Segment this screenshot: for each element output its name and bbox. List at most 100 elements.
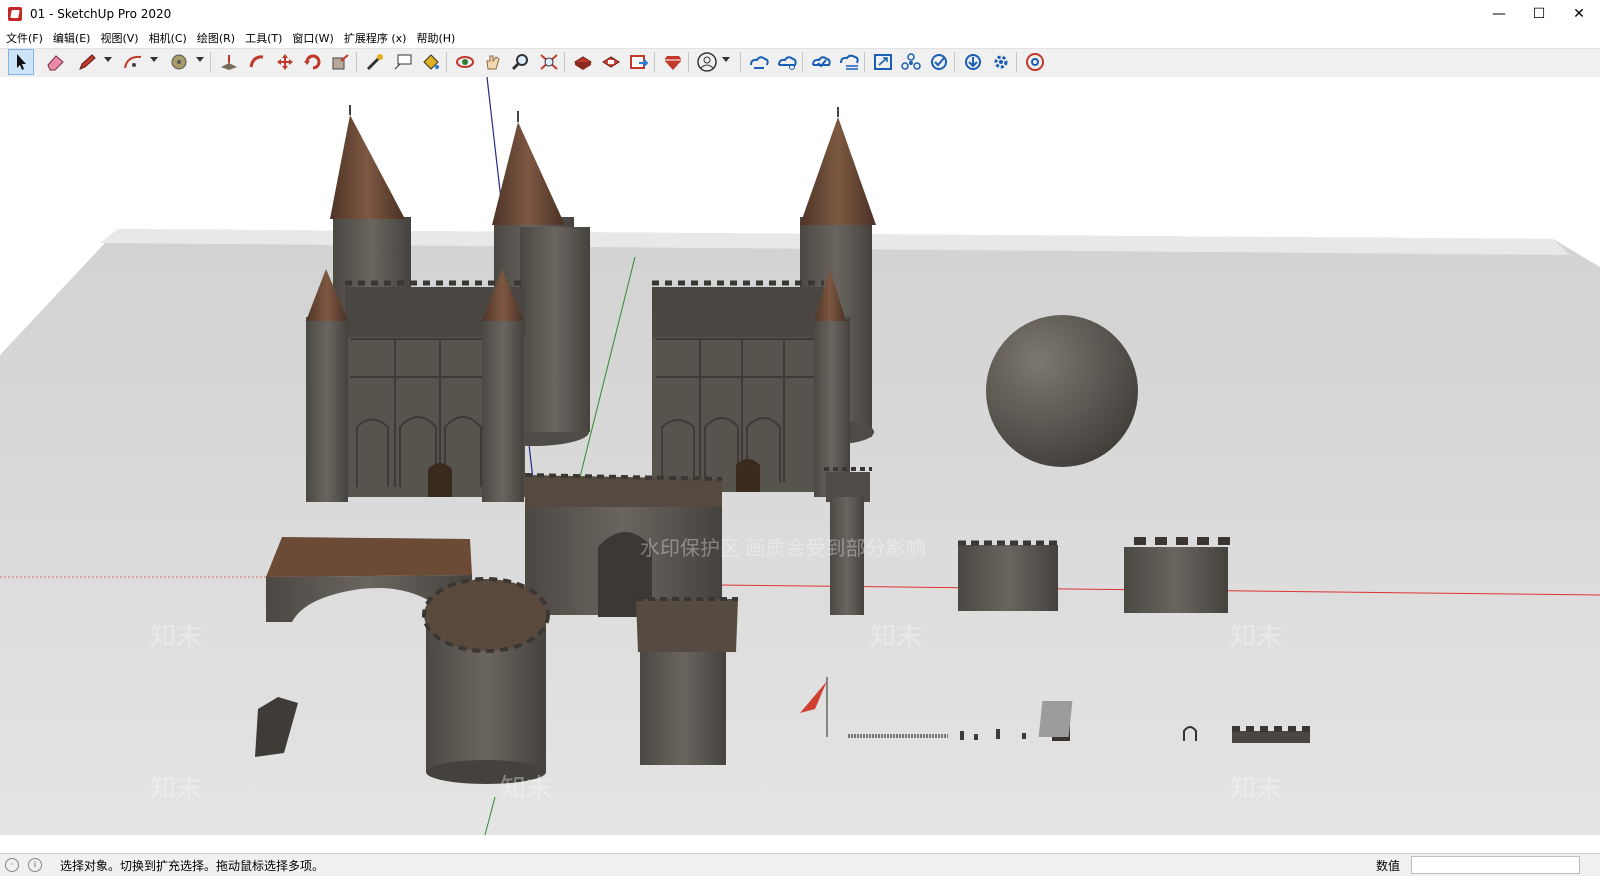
pencil-tool[interactable] (74, 49, 100, 75)
castle-gatehouse-right[interactable] (652, 107, 876, 497)
follow-me-icon (249, 55, 264, 68)
tape-dropdown-icon[interactable] (196, 57, 204, 62)
watermark-tile: 知末 (1230, 621, 1282, 651)
geo-location-icon[interactable]: · (5, 858, 19, 872)
text-icon (394, 54, 412, 70)
model-viewport[interactable]: 水印保护区 画质会受到部分影响 知末 知末 知末 知末 知末 知末 (0, 77, 1600, 835)
eraser-tool[interactable] (42, 49, 68, 75)
orbit-tool[interactable] (452, 49, 478, 75)
menu-edit[interactable]: 编辑(E) (53, 30, 91, 46)
zoom-tool[interactable] (508, 49, 534, 75)
watermark-tile: 知末 (150, 773, 202, 803)
cloud-sync-tool[interactable] (746, 49, 772, 75)
arc-dropdown-icon[interactable] (150, 57, 158, 62)
wall-segment-1[interactable] (958, 540, 1058, 611)
menu-camera[interactable]: 相机(C) (149, 30, 187, 46)
battlement-piece[interactable] (1232, 726, 1310, 743)
zoom-extents-icon (540, 54, 558, 70)
send-to-layout-icon (630, 55, 649, 69)
chrome-icon (1026, 53, 1044, 71)
scale-icon (332, 54, 349, 70)
sketchup-app-icon (8, 7, 22, 21)
zoom-extents-tool[interactable] (536, 49, 562, 75)
menu-view[interactable]: 视图(V) (100, 30, 138, 46)
scene-canvas[interactable]: 水印保护区 画质会受到部分影响 知末 知末 知末 知末 知末 知末 (0, 77, 1600, 835)
menu-tools[interactable]: 工具(T) (245, 30, 282, 46)
ruby-console-tool[interactable] (660, 49, 686, 75)
account-icon (697, 52, 717, 72)
info-icon[interactable]: i (28, 858, 42, 872)
cloud-sync-icon (750, 56, 769, 69)
tape-tool[interactable] (166, 49, 192, 75)
scale-tool[interactable] (328, 49, 354, 75)
measurements-input[interactable] (1411, 856, 1580, 874)
paint-tool[interactable] (418, 49, 444, 75)
cloud-share-tool[interactable] (774, 49, 800, 75)
extension-warehouse-tool[interactable] (598, 49, 624, 75)
tape-icon (171, 54, 187, 70)
close-button[interactable]: ✕ (1556, 0, 1600, 28)
push-pull-tool[interactable] (216, 49, 242, 75)
scale-figure-tool[interactable] (870, 49, 896, 75)
watermark-tile: 知末 (1230, 773, 1282, 803)
portcullis-piece[interactable] (1038, 701, 1073, 737)
menu-extensions[interactable]: 扩展程序 (x) (344, 30, 407, 46)
square-tower[interactable] (636, 597, 738, 765)
paint-bucket-icon (423, 54, 439, 70)
scale-figure-icon (874, 54, 892, 70)
download-tool[interactable] (960, 49, 986, 75)
check-icon (931, 54, 947, 70)
measure-icon (366, 54, 383, 71)
account-dropdown-icon[interactable] (722, 57, 730, 62)
stone-sphere[interactable] (986, 315, 1138, 467)
select-tool[interactable] (8, 49, 34, 75)
round-tower[interactable] (422, 577, 550, 784)
extension-warehouse-icon (602, 56, 620, 68)
menu-window[interactable]: 窗口(W) (292, 30, 333, 46)
measure-tool[interactable] (362, 49, 388, 75)
ruby-console-icon (664, 56, 682, 70)
send-to-layout-tool[interactable] (626, 49, 652, 75)
follow-me-tool[interactable] (244, 49, 270, 75)
move-icon (277, 54, 293, 70)
text-tool[interactable] (390, 49, 416, 75)
push-pull-icon (221, 55, 237, 70)
menu-help[interactable]: 帮助(H) (416, 30, 455, 46)
orbit-icon (456, 56, 474, 68)
rotate-icon (304, 54, 321, 70)
settings-tool[interactable] (988, 49, 1014, 75)
title-bar: 01 - SketchUp Pro 2020 — ☐ ✕ (0, 0, 1600, 28)
cloud-list-tool[interactable] (836, 49, 862, 75)
cloud-list-icon (840, 54, 859, 70)
menu-draw[interactable]: 绘图(R) (197, 30, 235, 46)
menu-bar: 文件(F) 编辑(E) 视图(V) 相机(C) 绘图(R) 工具(T) 窗口(W… (0, 28, 1600, 48)
components-icon (901, 53, 921, 70)
rotate-tool[interactable] (300, 49, 326, 75)
wall-segment-2[interactable] (1124, 537, 1236, 613)
cloud-upload-tool[interactable] (808, 49, 834, 75)
pan-tool[interactable] (480, 49, 506, 75)
check-tool[interactable] (926, 49, 952, 75)
status-message: 选择对象。切换到扩充选择。拖动鼠标选择多项。 (60, 859, 325, 873)
move-tool[interactable] (272, 49, 298, 75)
settings-icon (994, 55, 1008, 69)
eraser-icon (47, 55, 64, 71)
components-tool[interactable] (898, 49, 924, 75)
main-toolbar (0, 48, 1600, 78)
status-bar: · i 选择对象。切换到扩充选择。拖动鼠标选择多项。 数值 (0, 853, 1600, 876)
watermark-tile: 知末 (150, 621, 202, 651)
select-icon (17, 54, 26, 70)
castle-gatehouse-left[interactable] (306, 105, 590, 502)
menu-file[interactable]: 文件(F) (6, 30, 43, 46)
download-icon (965, 54, 981, 70)
warehouse-tool[interactable] (570, 49, 596, 75)
watermark-tile: 知末 (500, 773, 552, 803)
svg-text:水印保护区 画质会受到部分影响: 水印保护区 画质会受到部分影响 (640, 537, 926, 560)
pencil-dropdown-icon[interactable] (104, 57, 112, 62)
account-tool[interactable] (694, 49, 720, 75)
arc-tool[interactable] (120, 49, 146, 75)
cloud-upload-icon (812, 56, 831, 68)
arc-icon (124, 55, 142, 69)
chrome-tool[interactable] (1022, 49, 1048, 75)
zoom-icon (511, 54, 528, 71)
